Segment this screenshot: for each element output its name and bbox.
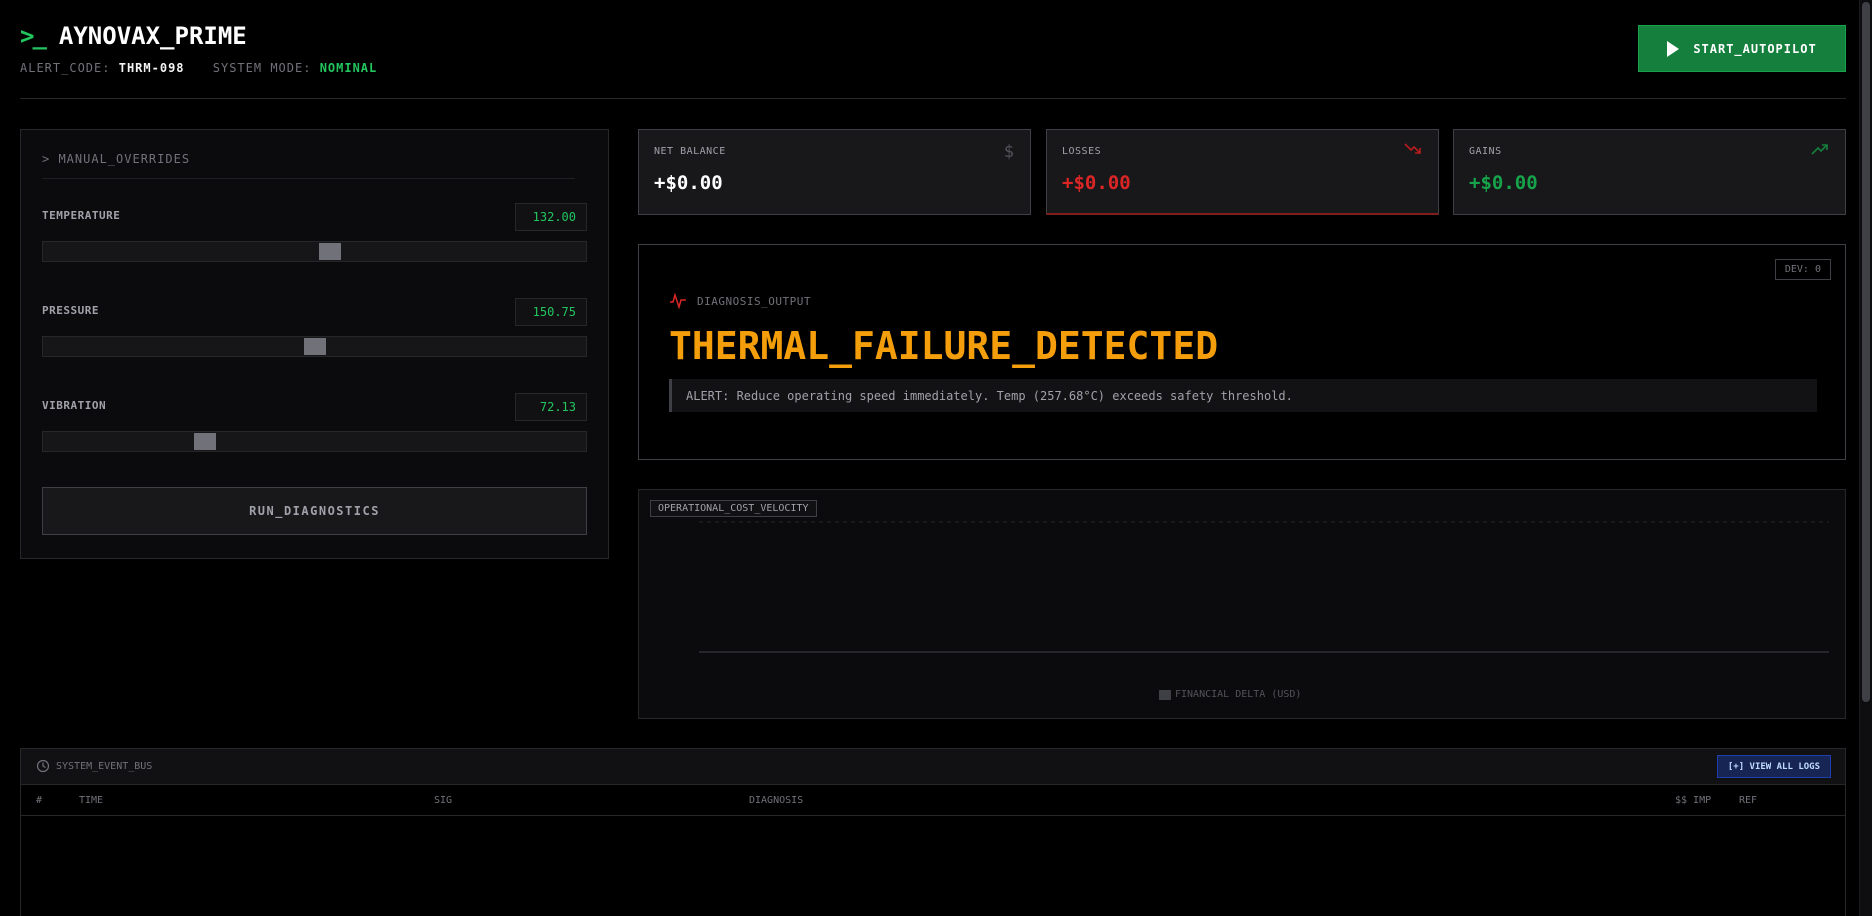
run-diagnostics-button[interactable]: RUN_DIAGNOSTICS [42,487,587,535]
manual-overrides-panel: > MANUAL_OVERRIDES TEMPERATURE 132.00 PR… [20,129,609,559]
temperature-value[interactable]: 132.00 [515,203,587,231]
col-time[interactable]: TIME [79,795,103,806]
pressure-slider[interactable] [42,336,587,357]
losses-label: LOSSES [1062,146,1102,157]
event-bus-title: SYSTEM_EVENT_BUS [36,759,152,773]
table-header: # TIME SIG DIAGNOSIS $$ IMP REF [21,785,1845,816]
slider-thumb[interactable] [194,433,216,450]
app-header: >_ AYNOVAX_PRIME ALERT_CODE: THRM-098 SY… [20,0,1846,99]
trending-down-icon [1404,143,1421,154]
diagnosis-label: DIAGNOSIS_OUTPUT [697,294,811,308]
chart-title: OPERATIONAL_COST_VELOCITY [650,500,817,517]
pressure-label: PRESSURE [42,304,99,317]
system-event-bus: SYSTEM_EVENT_BUS [+] VIEW ALL LOGS # TIM… [20,748,1846,916]
pressure-value[interactable]: 150.75 [515,298,587,326]
trending-up-icon [1811,144,1828,155]
system-mode-label: SYSTEM MODE: [212,61,312,75]
diagnosis-header: DIAGNOSIS_OUTPUT [669,293,811,309]
terminal-icon: >_ [20,22,47,50]
legend-label: FINANCIAL DELTA (USD) [1175,689,1302,700]
clock-icon [36,759,50,773]
losses-card: LOSSES +$0.00 [1046,129,1439,215]
app-title: AYNOVAX_PRIME [58,22,247,50]
view-all-logs-button[interactable]: [+] VIEW ALL LOGS [1716,755,1831,778]
losses-value: +$0.00 [1062,172,1131,194]
slider-thumb[interactable] [304,338,326,355]
net-balance-label: NET BALANCE [654,146,726,157]
net-balance-value: +$0.00 [654,172,723,194]
start-autopilot-button[interactable]: START_AUTOPILOT [1638,25,1846,72]
page-scrollbar[interactable] [1859,0,1872,916]
system-mode-value: NOMINAL [319,61,378,75]
brand: >_ AYNOVAX_PRIME [20,22,247,50]
gains-card: GAINS +$0.00 [1453,129,1846,215]
diagnosis-alert: ALERT: Reduce operating speed immediatel… [669,379,1817,412]
panel-title: > MANUAL_OVERRIDES [42,152,575,179]
event-bus-title-text: SYSTEM_EVENT_BUS [56,760,153,772]
col-diagnosis[interactable]: DIAGNOSIS [749,795,803,806]
temperature-label: TEMPERATURE [42,209,121,222]
col-ref[interactable]: REF [1739,795,1757,806]
col-sig[interactable]: SIG [434,795,452,806]
gains-value: +$0.00 [1469,172,1538,194]
legend-swatch [1159,689,1171,700]
activity-icon [670,293,686,309]
status-line: ALERT_CODE: THRM-098 SYSTEM MODE: NOMINA… [20,61,377,75]
col-impact[interactable]: $$ IMP [1675,795,1711,806]
net-balance-card: NET BALANCE +$0.00 $ [638,129,1031,215]
scrollbar-thumb[interactable] [1862,2,1870,702]
event-bus-header: SYSTEM_EVENT_BUS [+] VIEW ALL LOGS [21,749,1845,785]
slider-thumb[interactable] [319,243,341,260]
start-autopilot-label: START_AUTOPILOT [1693,41,1817,56]
vibration-label: VIBRATION [42,399,107,412]
dollar-icon: $ [1003,142,1014,162]
vibration-slider[interactable] [42,431,587,452]
diagnosis-title: THERMAL_FAILURE_DETECTED [669,324,1219,368]
alert-code-value: THRM-098 [118,61,185,75]
cost-velocity-chart: OPERATIONAL_COST_VELOCITY FINANCIAL DELT… [638,489,1846,719]
gains-label: GAINS [1469,146,1502,157]
temperature-slider[interactable] [42,241,587,262]
col-index[interactable]: # [36,795,42,806]
dev-badge: DEV: 0 [1774,259,1831,280]
chart-legend[interactable]: FINANCIAL DELTA (USD) [1159,689,1301,700]
vibration-value[interactable]: 72.13 [515,393,587,421]
alert-code-label: ALERT_CODE: [20,61,111,75]
chart-canvas [699,521,1829,653]
diagnosis-panel: DEV: 0 DIAGNOSIS_OUTPUT THERMAL_FAILURE_… [638,244,1846,460]
play-icon [1667,40,1680,57]
